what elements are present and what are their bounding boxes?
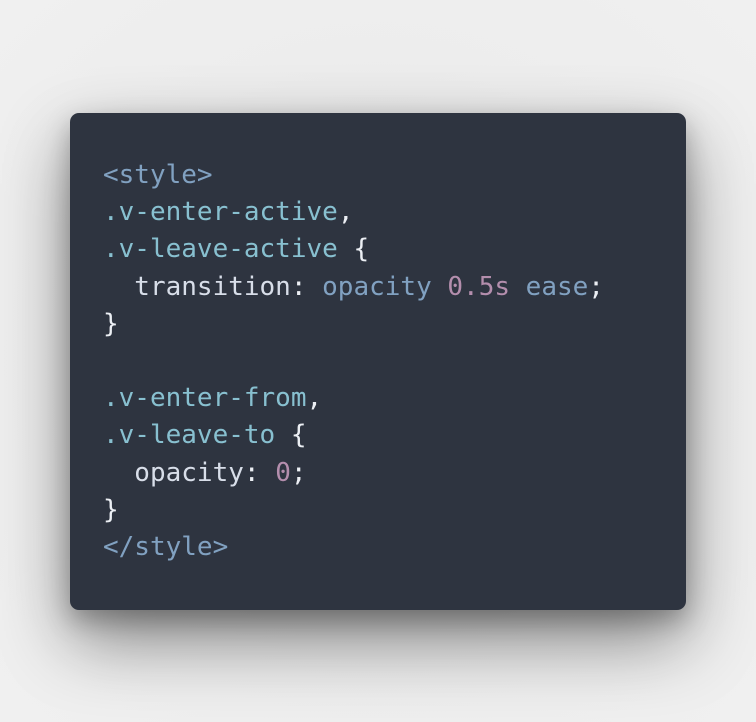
code-token-punctuation: ;: [588, 271, 604, 302]
code-token-number: 0.5s: [447, 271, 511, 302]
code-token-punctuation: ;: [290, 457, 307, 488]
code-token-value: opacity: [322, 271, 432, 302]
code-token-punctuation: {: [275, 420, 307, 451]
canvas-background: <style> .v-enter-active, .v-leave-active {…: [0, 0, 756, 722]
code-block: <style> .v-enter-active, .v-leave-active {…: [103, 157, 686, 566]
code-line: <style>: [103, 157, 686, 194]
code-line: opacity: 0;: [103, 455, 686, 492]
code-line: }: [103, 492, 686, 529]
code-token-selector: .v-enter-from: [103, 383, 307, 414]
code-token-property: transition: [103, 271, 291, 302]
code-token-value: ease: [525, 271, 589, 302]
code-token-punctuation: }: [103, 308, 119, 339]
code-token-selector: .v-leave-to: [103, 420, 276, 451]
code-token-punctuation: :: [243, 457, 276, 488]
code-token-punctuation: {: [337, 234, 370, 265]
code-token-punctuation: [510, 272, 526, 302]
code-line: .v-leave-to {: [103, 417, 686, 454]
code-token-punctuation: }: [103, 494, 119, 525]
code-token-punctuation: :: [290, 271, 323, 302]
code-token-punctuation: ,: [337, 197, 354, 228]
code-token-punctuation: ,: [306, 383, 323, 414]
code-token-tag: <style>: [103, 160, 213, 190]
code-token-tag: </style>: [103, 531, 229, 562]
code-line: transition: opacity 0.5s ease;: [103, 269, 686, 306]
code-line: }: [103, 306, 686, 343]
code-line: </style>: [103, 529, 686, 566]
code-line: .v-enter-from,: [103, 380, 686, 417]
code-line: .v-enter-active,: [103, 194, 686, 231]
code-line: .v-leave-active {: [103, 231, 686, 268]
code-token-property: opacity: [103, 457, 244, 488]
code-token-selector: .v-enter-active: [103, 197, 338, 228]
code-token-punctuation: [432, 272, 448, 302]
code-token-selector: .v-leave-active: [103, 234, 338, 265]
code-token-number: 0: [275, 457, 291, 488]
code-snippet-card: <style> .v-enter-active, .v-leave-active {…: [70, 113, 686, 610]
